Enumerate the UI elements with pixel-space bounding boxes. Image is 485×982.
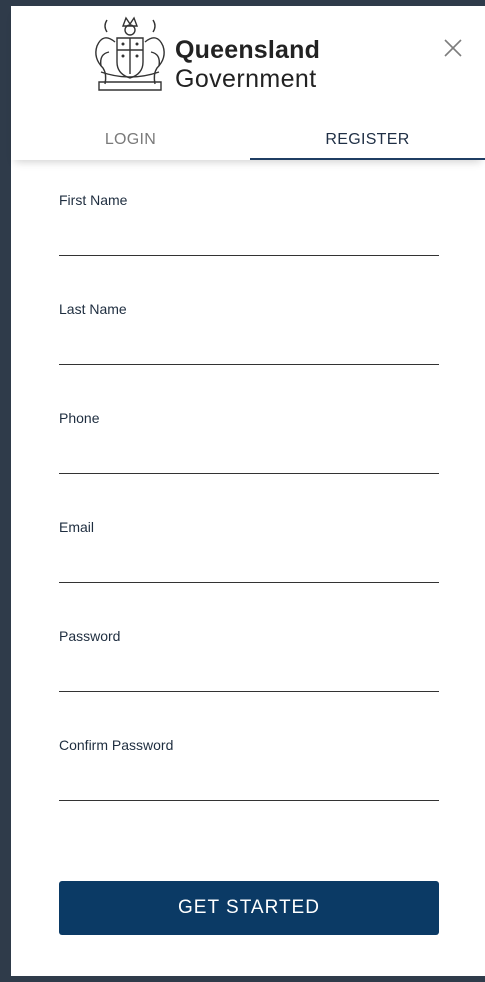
password-label: Password <box>59 628 121 644</box>
phone-field: Phone <box>59 410 439 488</box>
register-panel: Queensland Government LOGIN REGISTER Fir… <box>11 6 485 976</box>
last-name-label: Last Name <box>59 301 127 317</box>
first-name-input[interactable] <box>59 218 439 256</box>
last-name-field: Last Name <box>59 301 439 379</box>
close-icon[interactable] <box>441 36 465 60</box>
email-input[interactable] <box>59 545 439 583</box>
tab-register[interactable]: REGISTER <box>250 124 485 160</box>
first-name-field: First Name <box>59 192 439 270</box>
phone-label: Phone <box>59 410 100 426</box>
panel-header: Queensland Government LOGIN REGISTER <box>11 6 485 160</box>
phone-input[interactable] <box>59 436 439 474</box>
email-field: Email <box>59 519 439 597</box>
queensland-coat-of-arms-icon <box>95 16 165 91</box>
brand-name-line1: Queensland <box>175 36 321 64</box>
get-started-button[interactable]: GET STARTED <box>59 881 439 935</box>
password-input[interactable] <box>59 654 439 692</box>
queensland-government-logo: Queensland Government <box>87 12 337 106</box>
password-field: Password <box>59 628 439 706</box>
confirm-password-label: Confirm Password <box>59 737 174 753</box>
last-name-input[interactable] <box>59 327 439 365</box>
confirm-password-field: Confirm Password <box>59 737 439 815</box>
confirm-password-input[interactable] <box>59 763 439 801</box>
brand-name-line2: Government <box>175 65 317 93</box>
email-label: Email <box>59 519 95 535</box>
tab-login[interactable]: LOGIN <box>11 124 250 160</box>
first-name-label: First Name <box>59 192 128 208</box>
active-tab-indicator <box>250 158 485 160</box>
